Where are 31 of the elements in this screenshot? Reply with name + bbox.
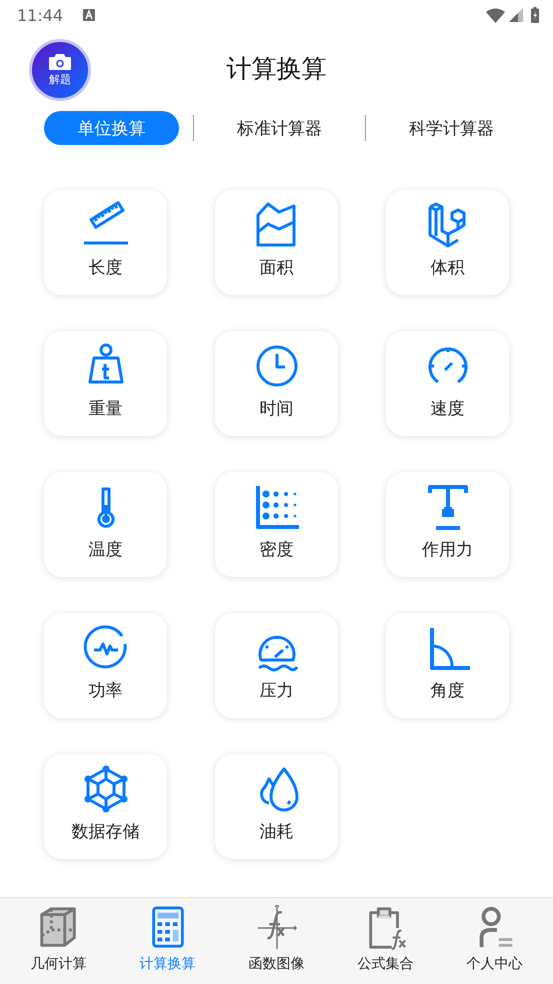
- status-time: 11:44: [17, 6, 64, 24]
- category-card[interactable]: 速度: [386, 331, 509, 436]
- notification-icon: [83, 9, 96, 21]
- nav-tab[interactable]: 公式集合: [331, 898, 440, 984]
- wifi-icon: [486, 8, 505, 22]
- category-card[interactable]: 作用力: [386, 472, 509, 577]
- segment-tab[interactable]: 单位换算: [44, 111, 179, 145]
- nav-tab[interactable]: 函数图像: [222, 898, 331, 984]
- category-card[interactable]: 温度: [44, 472, 167, 577]
- hexagon-network-icon: [82, 765, 130, 813]
- category-card[interactable]: 功率: [44, 613, 167, 718]
- category-card[interactable]: 重量: [44, 331, 167, 436]
- solve-button[interactable]: 解题: [29, 39, 91, 101]
- signal-icon: [509, 8, 523, 22]
- nav-tab[interactable]: 个人中心: [440, 898, 549, 984]
- category-card[interactable]: 体积: [386, 190, 509, 295]
- category-card[interactable]: 角度: [386, 613, 509, 718]
- category-card[interactable]: 压力: [215, 613, 338, 718]
- segment-tab[interactable]: 科学计算器: [380, 111, 523, 145]
- category-card[interactable]: 时间: [215, 331, 338, 436]
- camera-icon: [49, 54, 71, 70]
- category-card[interactable]: 长度: [44, 190, 167, 295]
- category-card[interactable]: 油耗: [215, 754, 338, 859]
- nav-tab[interactable]: 计算换算: [113, 898, 222, 984]
- page-title: 计算换算: [226, 53, 326, 85]
- nav-tab[interactable]: 几何计算: [4, 898, 113, 984]
- battery-icon: [531, 7, 539, 23]
- category-card[interactable]: 面积: [215, 190, 338, 295]
- category-card[interactable]: 密度: [215, 472, 338, 577]
- segment-tab[interactable]: 标准计算器: [208, 111, 351, 145]
- category-card[interactable]: 数据存储: [44, 754, 167, 859]
